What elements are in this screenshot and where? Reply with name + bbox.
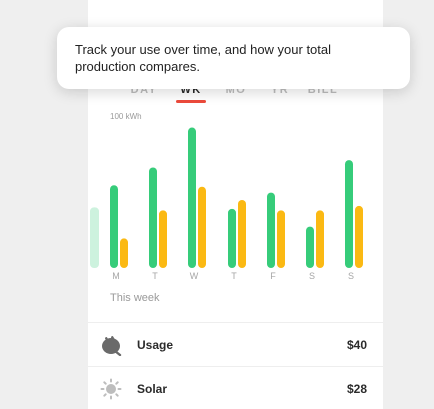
day-label: W	[189, 271, 199, 281]
solar-amount: $28	[346, 382, 367, 396]
usage-amount: $40	[346, 338, 367, 352]
active-tab-indicator	[176, 100, 206, 103]
usage-bar-5[interactable]	[306, 226, 314, 268]
day-label: S	[308, 271, 316, 281]
solar-bar-2[interactable]	[198, 186, 206, 268]
period-label: This week	[110, 292, 160, 304]
previous-day-bar	[90, 207, 99, 268]
solar-bar-3[interactable]	[238, 199, 246, 268]
solar-bar-5[interactable]	[316, 210, 324, 268]
usage-bar-1[interactable]	[149, 167, 157, 268]
solar-bar-6[interactable]	[355, 205, 363, 268]
day-label: S	[347, 271, 355, 281]
usage-label: Usage	[137, 338, 174, 352]
usage-bar-3[interactable]	[228, 208, 236, 268]
tooltip-text: Track your use over time, and how your t…	[75, 42, 332, 74]
solar-bar-0[interactable]	[120, 238, 128, 268]
day-label: T	[231, 271, 237, 281]
solar-bar-4[interactable]	[277, 210, 285, 268]
solar-bar-1[interactable]	[159, 210, 167, 268]
day-label: F	[270, 271, 276, 281]
usage-bar-2[interactable]	[188, 127, 196, 268]
usage-bar-6[interactable]	[345, 160, 353, 268]
onboarding-tooltip[interactable]: Track your use over time, and how your t…	[57, 27, 410, 89]
usage-row[interactable]: Usage $40	[88, 322, 383, 367]
day-label: M	[112, 271, 120, 281]
solar-row[interactable]: Solar $28	[88, 366, 383, 409]
usage-bar-0[interactable]	[110, 185, 118, 268]
sun-icon	[100, 378, 122, 400]
day-label: T	[152, 271, 158, 281]
solar-label: Solar	[137, 382, 168, 396]
usage-bar-4[interactable]	[267, 192, 275, 268]
plug-icon	[100, 334, 122, 356]
weekly-usage-chart	[90, 127, 363, 268]
